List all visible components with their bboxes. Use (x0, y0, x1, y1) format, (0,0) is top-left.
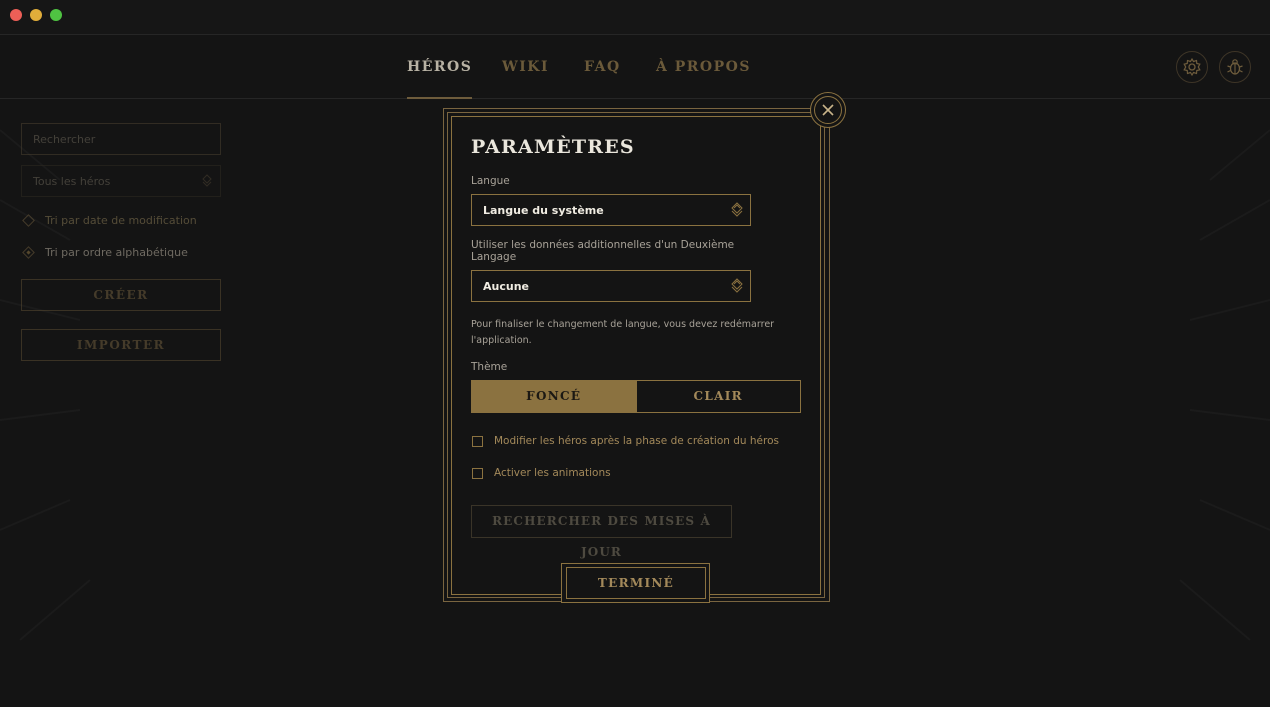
sort-by-date-option[interactable]: Tri par date de modification (21, 211, 221, 229)
second-language-select-value: Aucune (483, 280, 529, 293)
animations-checkbox-row[interactable]: Activer les animations (472, 467, 611, 479)
edit-heroes-checkbox-row[interactable]: Modifier les héros après la phase de cré… (472, 435, 779, 447)
close-button-ring (814, 96, 842, 124)
language-select[interactable]: Langue du système (471, 194, 751, 226)
theme-light-option[interactable]: CLAIR (635, 381, 801, 412)
import-button[interactable]: IMPORTER (21, 329, 221, 361)
close-modal-button[interactable] (810, 92, 846, 128)
tab-heros[interactable]: HÉROS (407, 59, 473, 99)
create-button[interactable]: CRÉER (21, 279, 221, 311)
top-navigation: HÉROS WIKI FAQ À PROPOS (0, 35, 1270, 99)
sort-alphabetical-option[interactable]: Tri par ordre alphabétique (21, 243, 221, 261)
gear-icon (1183, 57, 1201, 77)
hero-filter-select[interactable]: Tous les héros (21, 165, 221, 197)
language-select-value: Langue du système (483, 204, 604, 217)
language-label: Langue (471, 175, 510, 187)
chevron-updown-icon (731, 202, 743, 217)
second-language-select[interactable]: Aucune (471, 270, 751, 302)
edit-heroes-label: Modifier les héros après la phase de cré… (494, 435, 779, 447)
hero-sidebar: Rechercher Tous les héros Tri par date d… (21, 123, 221, 361)
restart-note: Pour finaliser le changement de langue, … (471, 319, 775, 346)
chevron-updown-icon (202, 174, 212, 187)
chevron-updown-icon (731, 278, 743, 293)
bug-report-button[interactable] (1219, 51, 1251, 83)
check-updates-button[interactable]: RECHERCHER DES MISES À JOUR (471, 505, 732, 559)
theme-dark-option[interactable]: FONCÉ (472, 381, 636, 412)
edit-heroes-checkbox[interactable] (472, 435, 483, 447)
animations-label: Activer les animations (494, 467, 611, 479)
settings-button[interactable] (1176, 51, 1208, 83)
sort-alphabetical-label: Tri par ordre alphabétique (45, 245, 188, 259)
sort-by-date-label: Tri par date de modification (45, 213, 197, 227)
theme-toggle: FONCÉ CLAIR (471, 380, 801, 413)
radio-diamond-selected-icon (22, 245, 35, 259)
modal-title: PARAMÈTRES (471, 136, 635, 158)
theme-label: Thème (471, 361, 508, 373)
bug-icon (1227, 59, 1243, 75)
done-button[interactable]: TERMINÉ (566, 567, 706, 599)
search-input[interactable]: Rechercher (21, 123, 221, 155)
tab-wiki[interactable]: WIKI (502, 59, 549, 99)
close-icon (822, 104, 834, 116)
hero-filter-value: Tous les héros (33, 175, 111, 188)
second-language-label: Utiliser les données additionnelles d'un… (471, 239, 735, 263)
radio-diamond-icon (22, 213, 35, 227)
tab-faq[interactable]: FAQ (584, 59, 621, 99)
animations-checkbox[interactable] (472, 467, 483, 479)
tab-a-propos[interactable]: À PROPOS (656, 59, 751, 99)
